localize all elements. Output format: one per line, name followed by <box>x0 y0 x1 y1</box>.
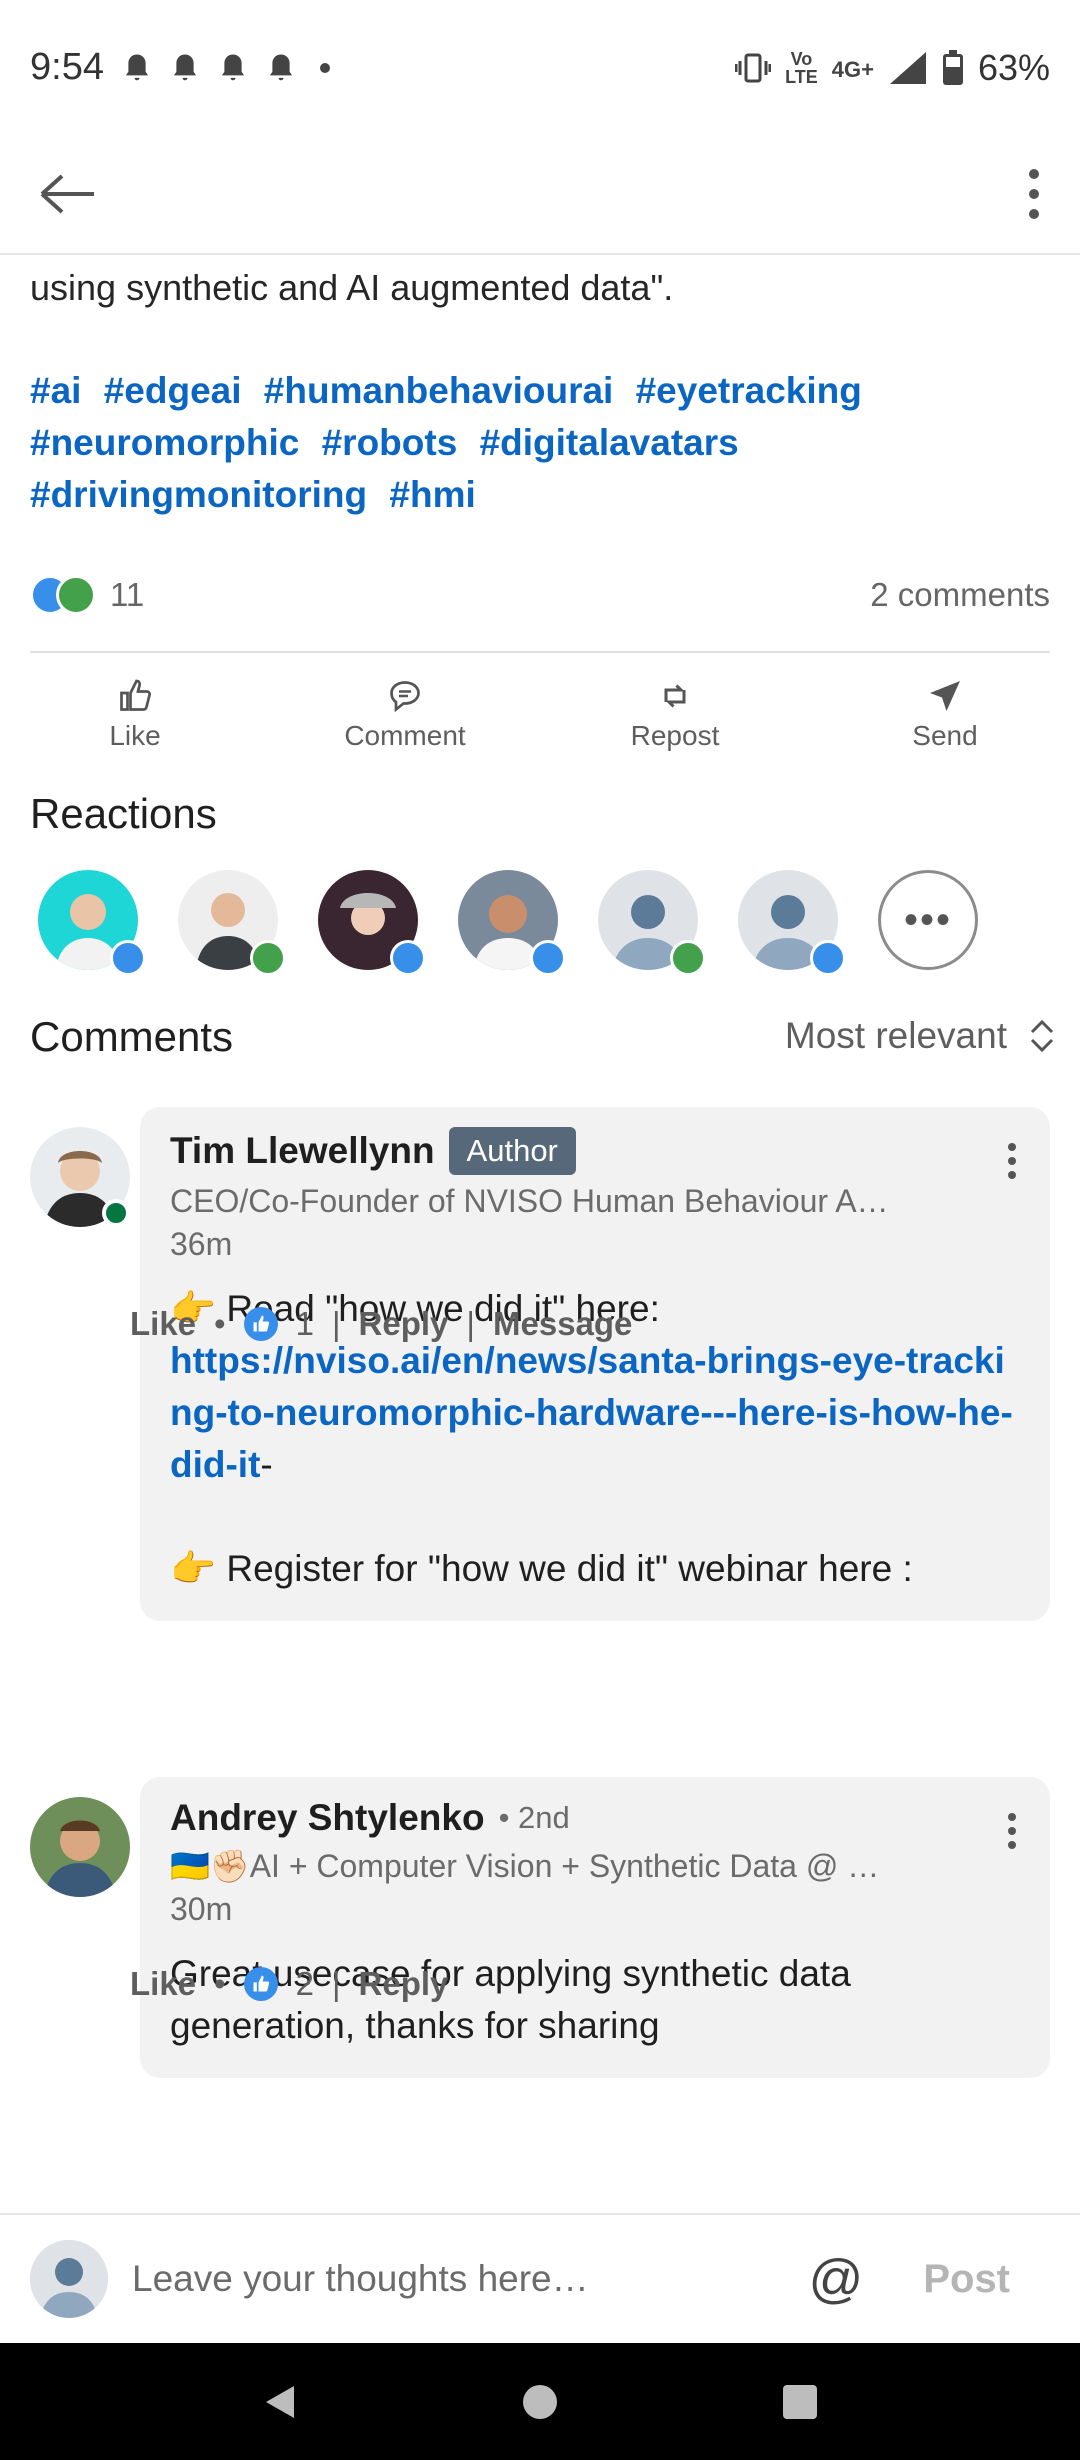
reactor-avatar[interactable] <box>318 870 426 976</box>
comment-reply-button[interactable]: Reply <box>359 1965 449 2003</box>
comment-bubble: Andrey Shtylenko • 2nd 🇺🇦✊🏻AI + Computer… <box>140 1777 1050 2078</box>
hashtag-link[interactable]: #digitalavatars <box>480 422 739 463</box>
overflow-menu-icon[interactable] <box>1026 166 1042 222</box>
comment-like-count[interactable]: 1 <box>296 1305 314 1343</box>
notification-bell-icon <box>221 53 245 80</box>
divider <box>30 651 1050 653</box>
support-badge-icon <box>250 940 286 976</box>
battery-percent: 63% <box>977 46 1050 88</box>
nav-recents-icon[interactable] <box>780 2382 820 2422</box>
app-bar <box>0 135 1080 255</box>
comment-link[interactable]: https://nviso.ai/en/news/santa-brings-ey… <box>170 1340 1013 1485</box>
hashtag-link[interactable]: #drivingmonitoring <box>30 474 367 515</box>
commenter-name[interactable]: Tim Llewellynn <box>170 1130 435 1172</box>
status-time: 9:54 <box>30 46 104 88</box>
more-notifications-dot <box>319 62 330 73</box>
support-badge-icon <box>670 940 706 976</box>
notification-bell-icon <box>269 53 293 80</box>
author-badge: Author <box>448 1127 576 1175</box>
battery-icon <box>942 49 963 85</box>
hashtag-link[interactable]: #ai <box>30 370 81 411</box>
comment-time: 36m <box>170 1226 233 1262</box>
reaction-icons[interactable] <box>30 575 96 615</box>
reactor-avatar[interactable] <box>38 870 146 976</box>
post-text: using synthetic and AI augmented data". <box>30 267 674 308</box>
like-count-icon <box>243 1967 278 2001</box>
connection-degree: • 2nd <box>498 1800 570 1835</box>
like-count-icon <box>243 1307 278 1341</box>
comments-title: Comments <box>30 1013 234 1060</box>
comment-like-button[interactable]: Like <box>130 1305 196 1343</box>
post-actions: Like Comment Repost Send <box>0 665 1080 765</box>
send-button[interactable]: Send <box>810 665 1080 765</box>
network-type: 4G+ <box>831 56 874 82</box>
more-reactions-button[interactable]: ••• <box>878 870 978 970</box>
hashtag-link[interactable]: #eyetracking <box>636 370 862 411</box>
signal-icon <box>889 51 926 84</box>
comment-actions: Like • 2 | Reply <box>130 1965 449 2003</box>
comment-actions: Like • 1 | Reply | Message <box>130 1305 633 1343</box>
comment-menu-icon[interactable] <box>1006 1811 1018 1851</box>
reactor-avatar[interactable] <box>458 870 566 976</box>
hashtag-link[interactable]: #humanbehaviourai <box>264 370 614 411</box>
hashtag-link[interactable]: #edgeai <box>104 370 242 411</box>
repost-button[interactable]: Repost <box>540 665 810 765</box>
status-bar: 9:54 Vo LTE 4G+ 63% <box>0 0 1080 135</box>
hashtag-list: #ai #edgeai #humanbehaviourai #eyetracki… <box>30 365 1050 521</box>
hashtag-link[interactable]: #neuromorphic <box>30 422 299 463</box>
comment-like-button[interactable]: Like <box>130 1965 196 2003</box>
comments-count[interactable]: 2 comments <box>870 576 1050 614</box>
send-icon <box>930 681 960 711</box>
like-badge-icon <box>390 940 426 976</box>
reactor-avatar[interactable] <box>598 870 706 976</box>
sort-label: Most relevant <box>784 1015 1007 1056</box>
comment-composer: Leave your thoughts here… @ Post <box>0 2213 1080 2343</box>
commenter-headline: CEO/Co-Founder of NVISO Human Behaviour … <box>170 1183 889 1219</box>
commenter-name[interactable]: Andrey Shtylenko <box>170 1797 485 1839</box>
comment-button[interactable]: Comment <box>270 665 540 765</box>
like-badge-icon <box>810 940 846 976</box>
comment-like-count[interactable]: 2 <box>296 1965 314 2003</box>
comment-reply-button[interactable]: Reply <box>359 1305 449 1343</box>
reaction-count[interactable]: 11 <box>110 576 144 614</box>
reactor-avatars: ••• <box>38 870 978 976</box>
commenter-headline: 🇺🇦✊🏻AI + Computer Vision + Synthetic Dat… <box>170 1848 880 1884</box>
comment-message-button[interactable]: Message <box>493 1305 632 1343</box>
my-avatar <box>30 2240 108 2318</box>
notification-bell-icon <box>173 53 197 80</box>
notification-bell-icon <box>125 53 149 80</box>
comment-time: 30m <box>170 1891 233 1927</box>
comment-input[interactable]: Leave your thoughts here… <box>132 2258 589 2300</box>
comment-menu-icon[interactable] <box>1006 1141 1018 1181</box>
support-reaction-icon <box>56 575 96 615</box>
like-badge-icon <box>530 940 566 976</box>
sort-dropdown[interactable]: Most relevant <box>785 1015 1055 1057</box>
volte-icon: Vo LTE <box>785 48 818 87</box>
mention-button[interactable]: @ <box>808 2248 863 2310</box>
hashtag-link[interactable]: #hmi <box>389 474 475 515</box>
back-arrow-icon[interactable] <box>38 170 98 218</box>
system-nav-bar <box>0 2343 1080 2460</box>
like-button[interactable]: Like <box>0 665 270 765</box>
post-button[interactable]: Post <box>923 2257 1010 2302</box>
reactor-avatar[interactable] <box>178 870 286 976</box>
vibrate-icon <box>735 53 772 82</box>
repost-icon <box>664 684 686 708</box>
social-counts: 11 2 comments <box>30 575 1050 615</box>
reactor-avatar[interactable] <box>738 870 846 976</box>
like-badge-icon <box>110 940 146 976</box>
comment-bubble: Tim Llewellynn Author CEO/Co-Founder of … <box>140 1107 1050 1621</box>
comment-icon <box>390 681 420 713</box>
commenter-avatar[interactable] <box>30 1797 130 1897</box>
hashtag-link[interactable]: #robots <box>322 422 458 463</box>
thumbs-up-icon <box>120 679 151 711</box>
nav-home-icon[interactable] <box>520 2382 560 2422</box>
online-status-icon <box>102 1199 130 1227</box>
reactions-title: Reactions <box>30 790 217 837</box>
sort-chevrons-icon <box>1030 1019 1054 1053</box>
nav-back-icon[interactable] <box>260 2382 300 2422</box>
